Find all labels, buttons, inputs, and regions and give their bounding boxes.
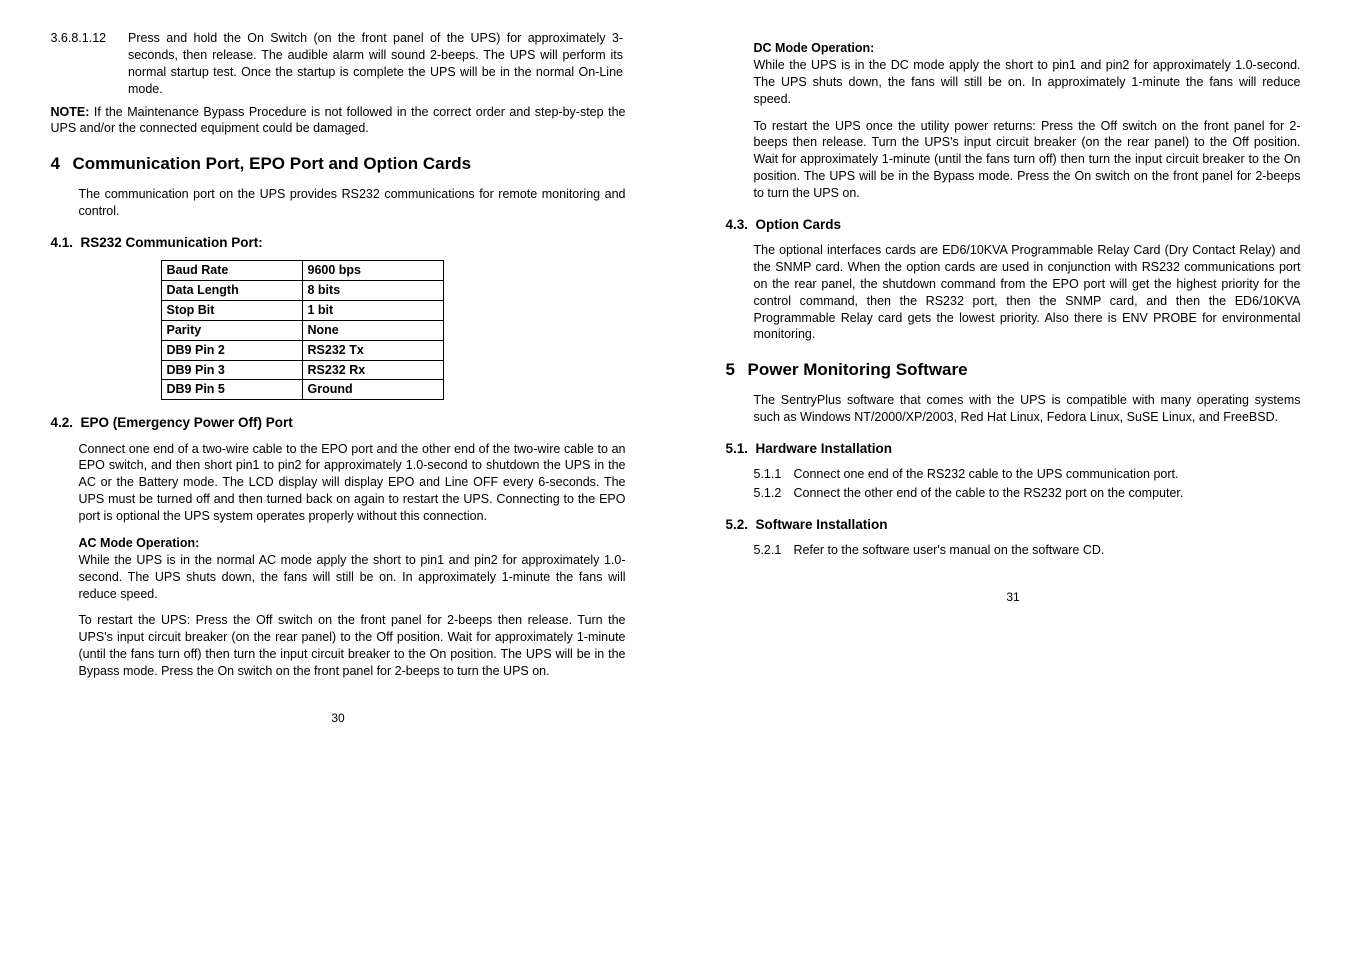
list-text: Refer to the software user's manual on t… [794,543,1105,557]
list-item: 5.2.1Refer to the software user's manual… [754,542,1301,559]
section-title: Power Monitoring Software [748,360,968,379]
subsection-title: RS232 Communication Port: [81,235,263,250]
table-cell: Baud Rate [161,261,302,281]
section-4-heading: 4Communication Port, EPO Port and Option… [51,153,626,176]
table-cell: DB9 Pin 3 [161,360,302,380]
subsection-4-3-body: The optional interfaces cards are ED6/10… [754,242,1301,343]
subsection-title: Software Installation [756,517,888,532]
list-number: 5.1.2 [754,485,794,502]
dc-mode-heading: DC Mode Operation: [754,40,1301,57]
subsection-number: 4.2. [51,414,81,432]
numbered-paragraph: 3.6.8.1.12 Press and hold the On Switch … [51,30,626,98]
table-cell: Ground [302,380,443,400]
table-cell: Data Length [161,281,302,301]
dc-mode-body-1: While the UPS is in the DC mode apply th… [754,57,1301,108]
list-item: 5.1.1Connect one end of the RS232 cable … [754,466,1301,483]
section-title: Communication Port, EPO Port and Option … [73,154,472,173]
list-item: 5.1.2Connect the other end of the cable … [754,485,1301,502]
list-text: Connect the other end of the cable to th… [794,486,1184,500]
subsection-title: Hardware Installation [756,441,893,456]
subsection-title: EPO (Emergency Power Off) Port [81,415,293,430]
subsection-4-3-heading: 4.3.Option Cards [726,216,1301,234]
subsection-5-1-heading: 5.1.Hardware Installation [726,440,1301,458]
table-cell: 9600 bps [302,261,443,281]
table-cell: RS232 Rx [302,360,443,380]
ac-mode-body-2: To restart the UPS: Press the Off switch… [79,612,626,680]
subsection-number: 4.1. [51,234,81,252]
table-row: DB9 Pin 2RS232 Tx [161,340,443,360]
section-number: 5 [726,359,748,382]
note-label: NOTE: [51,105,90,119]
subsection-5-2-heading: 5.2.Software Installation [726,516,1301,534]
ac-mode-heading: AC Mode Operation: [79,535,626,552]
table-cell: DB9 Pin 5 [161,380,302,400]
para-text: Press and hold the On Switch (on the fro… [128,30,623,98]
table-row: DB9 Pin 3RS232 Rx [161,360,443,380]
note-text: If the Maintenance Bypass Procedure is n… [51,105,626,136]
page-left: 3.6.8.1.12 Press and hold the On Switch … [1,0,676,746]
page-number: 30 [51,710,626,726]
subsection-4-1-heading: 4.1.RS232 Communication Port: [51,234,626,252]
subsection-number: 5.2. [726,516,756,534]
page-right: DC Mode Operation: While the UPS is in t… [676,0,1351,746]
table-row: DB9 Pin 5Ground [161,380,443,400]
subsection-number: 4.3. [726,216,756,234]
table-row: Baud Rate9600 bps [161,261,443,281]
subsection-4-2-body: Connect one end of a two-wire cable to t… [79,441,626,525]
subsection-4-2-heading: 4.2.EPO (Emergency Power Off) Port [51,414,626,432]
table-row: Data Length8 bits [161,281,443,301]
list-number: 5.2.1 [754,542,794,559]
table-cell: 8 bits [302,281,443,301]
para-number: 3.6.8.1.12 [51,30,125,47]
subsection-title: Option Cards [756,217,842,232]
list-text: Connect one end of the RS232 cable to th… [794,467,1179,481]
note-paragraph: NOTE: If the Maintenance Bypass Procedur… [51,104,626,138]
list-number: 5.1.1 [754,466,794,483]
page-number: 31 [726,589,1301,605]
section-5-body: The SentryPlus software that comes with … [754,392,1301,426]
table-cell: Stop Bit [161,300,302,320]
section-number: 4 [51,153,73,176]
rs232-spec-table: Baud Rate9600 bps Data Length8 bits Stop… [161,260,444,400]
section-5-heading: 5Power Monitoring Software [726,359,1301,382]
section-4-body: The communication port on the UPS provid… [79,186,626,220]
table-cell: None [302,320,443,340]
table-cell: Parity [161,320,302,340]
table-cell: 1 bit [302,300,443,320]
table-cell: DB9 Pin 2 [161,340,302,360]
table-cell: RS232 Tx [302,340,443,360]
table-row: ParityNone [161,320,443,340]
subsection-number: 5.1. [726,440,756,458]
ac-mode-body-1: While the UPS is in the normal AC mode a… [79,552,626,603]
table-row: Stop Bit1 bit [161,300,443,320]
dc-mode-body-2: To restart the UPS once the utility powe… [754,118,1301,202]
